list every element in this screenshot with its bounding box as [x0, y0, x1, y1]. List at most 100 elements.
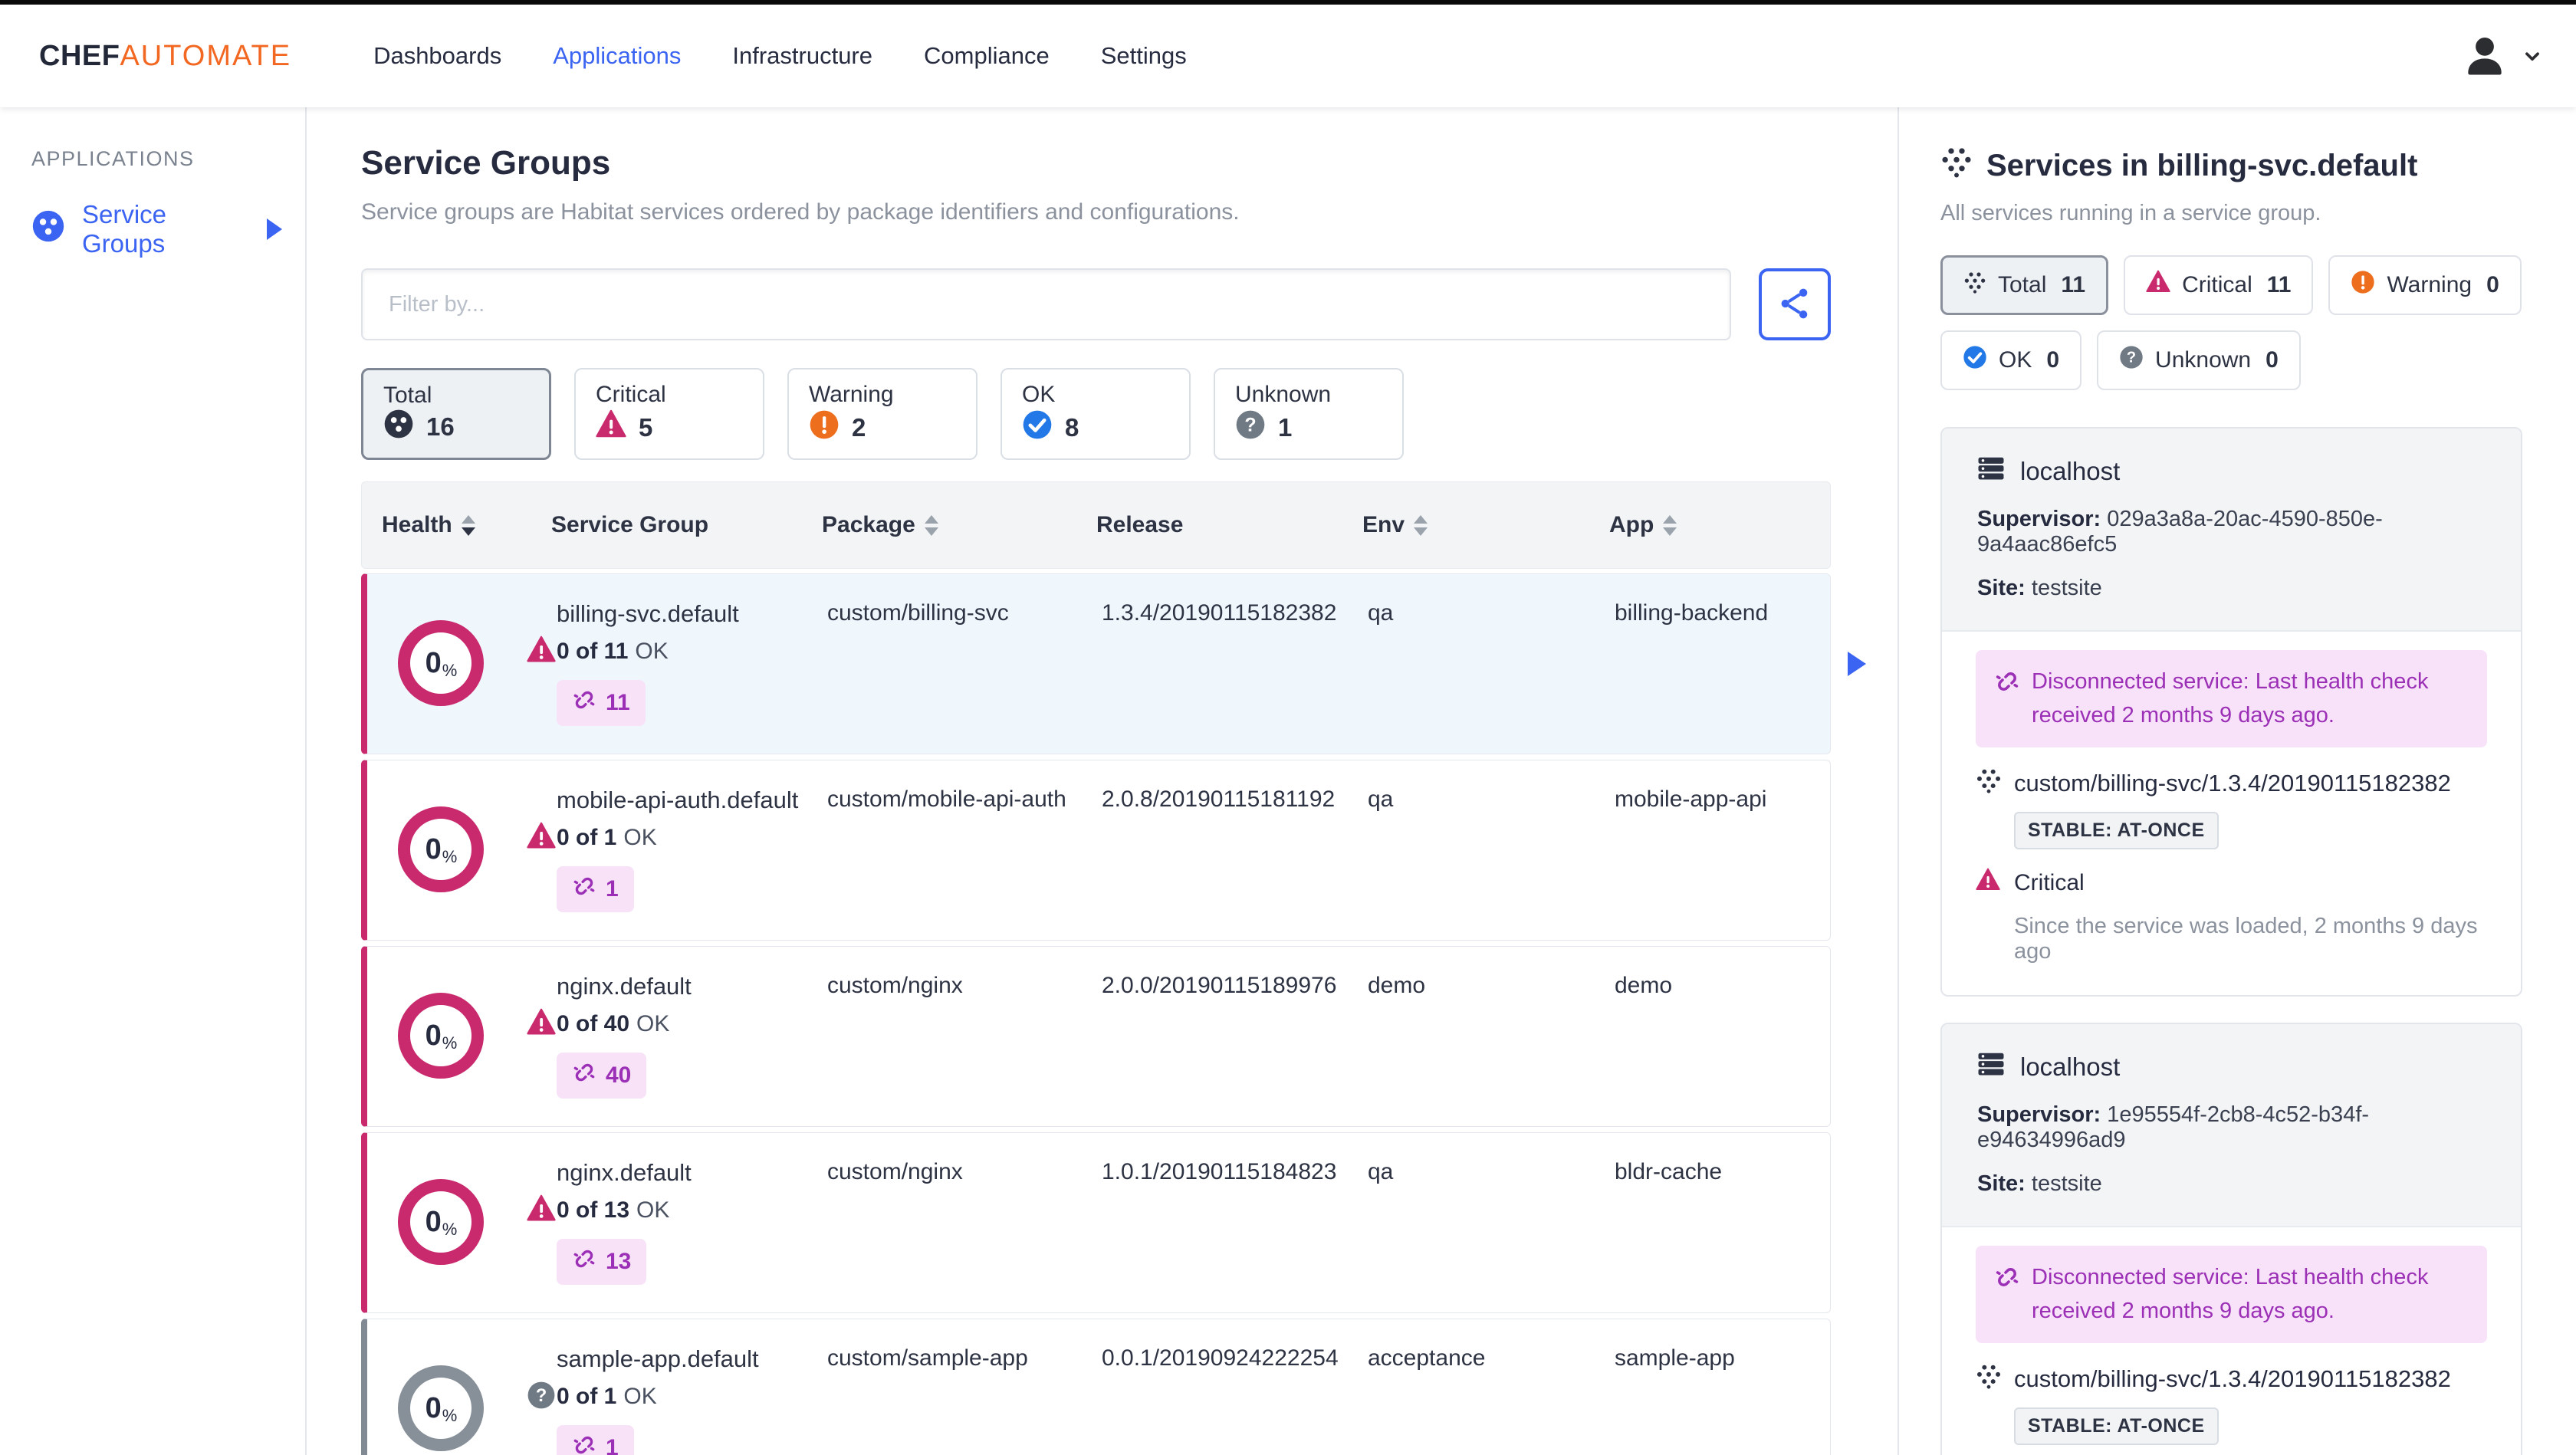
column-header-app[interactable]: App: [1609, 512, 1830, 538]
critical-icon: [1976, 868, 2000, 898]
service-group-row[interactable]: 0% nginx.default 0 of 40OK 40 custom/ng: [361, 946, 1831, 1127]
broken-link-icon: [1992, 665, 2022, 732]
site-line: Site: testsite: [1977, 576, 2102, 600]
app-cell: sample-app: [1615, 1345, 1735, 1371]
habitat-dots-icon: [1940, 146, 1973, 186]
column-header-package[interactable]: Package: [822, 512, 1096, 538]
service-group-row[interactable]: 0% billing-svc.default 0 of 11OK 11 cus: [361, 573, 1866, 754]
service-package: custom/billing-svc/1.3.4/20190115182382: [1976, 1363, 2487, 1395]
service-package: custom/billing-svc/1.3.4/20190115182382: [1976, 767, 2487, 800]
nav-settings[interactable]: Settings: [1101, 42, 1187, 70]
release-cell: 1.3.4/20190115182382: [1102, 600, 1337, 626]
column-header-env[interactable]: Env: [1362, 512, 1609, 538]
broken-link-icon: [570, 1058, 599, 1091]
sidebar-item-label: Service Groups: [82, 200, 167, 258]
critical-icon: [527, 1008, 556, 1043]
detail-badge-ok[interactable]: OK 0: [1940, 330, 2082, 390]
service-group-row[interactable]: 0% mobile-api-auth.default 0 of 1OK 1 c: [361, 760, 1831, 941]
channel-badge: STABLE: AT-ONCE: [2014, 1407, 2219, 1445]
filter-card-count: 1: [1278, 413, 1293, 442]
filter-card-label: Unknown: [1235, 382, 1332, 407]
supervisor-line: Supervisor: 1e95554f-2cb8-4c52-b34f-e946…: [1977, 1102, 2370, 1152]
disconnected-count-badge: 11: [557, 680, 646, 726]
nav-applications[interactable]: Applications: [553, 42, 681, 70]
share-icon: [1777, 286, 1812, 324]
service-group-name: mobile-api-auth.default: [557, 787, 799, 813]
ok-count: 0 of 1 OK: [557, 825, 657, 850]
column-header-service-group[interactable]: Service Group: [551, 512, 822, 538]
critical-icon: [527, 822, 556, 857]
filter-card-critical[interactable]: Critical 5: [574, 368, 764, 460]
service-host: localhost: [1977, 1050, 2486, 1084]
filter-card-ok[interactable]: OK 8: [1001, 368, 1191, 460]
top-navigation-bar: CHEFAUTOMATE Dashboards Applications Inf…: [0, 5, 2576, 107]
ok-icon: [1962, 344, 1988, 376]
detail-badge-unknown[interactable]: Unknown 0: [2097, 330, 2301, 390]
service-card-body: Disconnected service: Last health check …: [1942, 632, 2521, 995]
services-list: localhost Supervisor: 029a3a8a-20ac-4590…: [1940, 427, 2522, 1455]
unknown-icon: [1235, 409, 1266, 446]
service-groups-icon: [31, 209, 65, 249]
ok-count: 0 of 13 OK: [557, 1197, 670, 1223]
broken-link-icon: [570, 1430, 599, 1455]
nav-dashboards[interactable]: Dashboards: [373, 42, 501, 70]
release-cell: 1.0.1/20190115184823: [1102, 1159, 1337, 1184]
filter-card-warning[interactable]: Warning 2: [787, 368, 978, 460]
share-button[interactable]: [1759, 268, 1831, 340]
status-filter-cards: Total 16 Critical 5 Warning 2 OK 8 Unkno…: [361, 368, 1831, 460]
filter-card-total[interactable]: Total 16: [361, 368, 551, 460]
service-group-name: billing-svc.default: [557, 600, 739, 627]
column-header-release[interactable]: Release: [1096, 512, 1362, 538]
service-groups-main: Service Groups Service groups are Habita…: [307, 107, 1899, 1455]
health-cell: 0%: [367, 1345, 557, 1455]
detail-title: Services in billing-svc.default: [1940, 146, 2522, 186]
nav-compliance[interactable]: Compliance: [924, 42, 1050, 70]
ok-count: 0 of 40 OK: [557, 1011, 670, 1036]
service-card-header: localhost Supervisor: 1e95554f-2cb8-4c52…: [1942, 1024, 2521, 1227]
user-menu[interactable]: [2461, 32, 2545, 80]
package-cell: custom/nginx: [827, 973, 963, 998]
health-cell: 0%: [367, 973, 557, 1099]
disconnected-count: 1: [606, 876, 619, 902]
env-cell: demo: [1368, 973, 1426, 998]
disconnected-alert: Disconnected service: Last health check …: [1976, 650, 2487, 747]
column-header-health[interactable]: Health: [362, 512, 551, 538]
health-donut: 0%: [398, 620, 484, 706]
open-detail-arrow[interactable]: [1848, 652, 1866, 676]
package-cell: custom/billing-svc: [827, 600, 1009, 626]
detail-badge-critical[interactable]: Critical 11: [2124, 255, 2314, 315]
release-cell: 2.0.0/20190115189976: [1102, 973, 1337, 998]
health-donut: 0%: [398, 1179, 484, 1265]
table-header: Health Service Group Package Release Env…: [361, 481, 1831, 569]
filter-card-unknown[interactable]: Unknown 1: [1214, 368, 1404, 460]
sidebar-item-service-groups[interactable]: Service Groups: [31, 200, 305, 258]
disconnected-count-badge: 40: [557, 1053, 647, 1099]
service-group-detail-panel: Services in billing-svc.default All serv…: [1899, 107, 2576, 1455]
filter-card-label: Total: [383, 383, 432, 408]
sort-icon: [1663, 514, 1677, 536]
service-card: localhost Supervisor: 1e95554f-2cb8-4c52…: [1940, 1023, 2522, 1455]
nav-infrastructure[interactable]: Infrastructure: [732, 42, 872, 70]
service-group-row[interactable]: 0% nginx.default 0 of 13OK 13 custom/ng: [361, 1132, 1831, 1313]
disconnected-count: 13: [606, 1249, 632, 1274]
package-cell: custom/nginx: [827, 1159, 963, 1184]
disconnected-count: 1: [606, 1435, 619, 1455]
detail-badge-total[interactable]: Total 11: [1940, 255, 2109, 315]
detail-badge-warning[interactable]: Warning 0: [2328, 255, 2522, 315]
service-group-name: nginx.default: [557, 1159, 692, 1186]
broken-link-icon: [570, 1244, 599, 1277]
detail-subtitle: All services running in a service group.: [1940, 201, 2321, 225]
filter-card-label: Critical: [596, 382, 666, 407]
service-group-row[interactable]: 0% sample-app.default 0 of 1OK 1 custom: [361, 1319, 1831, 1455]
sort-icon: [1414, 514, 1428, 536]
app-cell: bldr-cache: [1615, 1159, 1723, 1184]
chef-automate-logo[interactable]: CHEFAUTOMATE: [39, 40, 291, 73]
logo-automate-text: AUTOMATE: [120, 39, 292, 72]
sort-icon: [461, 514, 475, 536]
chevron-right-icon: [267, 218, 282, 240]
disconnected-alert: Disconnected service: Last health check …: [1976, 1246, 2487, 1343]
critical-icon: [527, 1194, 556, 1230]
user-icon: [2461, 32, 2509, 80]
filter-input[interactable]: [361, 268, 1731, 340]
filter-card-count: 2: [852, 413, 866, 442]
